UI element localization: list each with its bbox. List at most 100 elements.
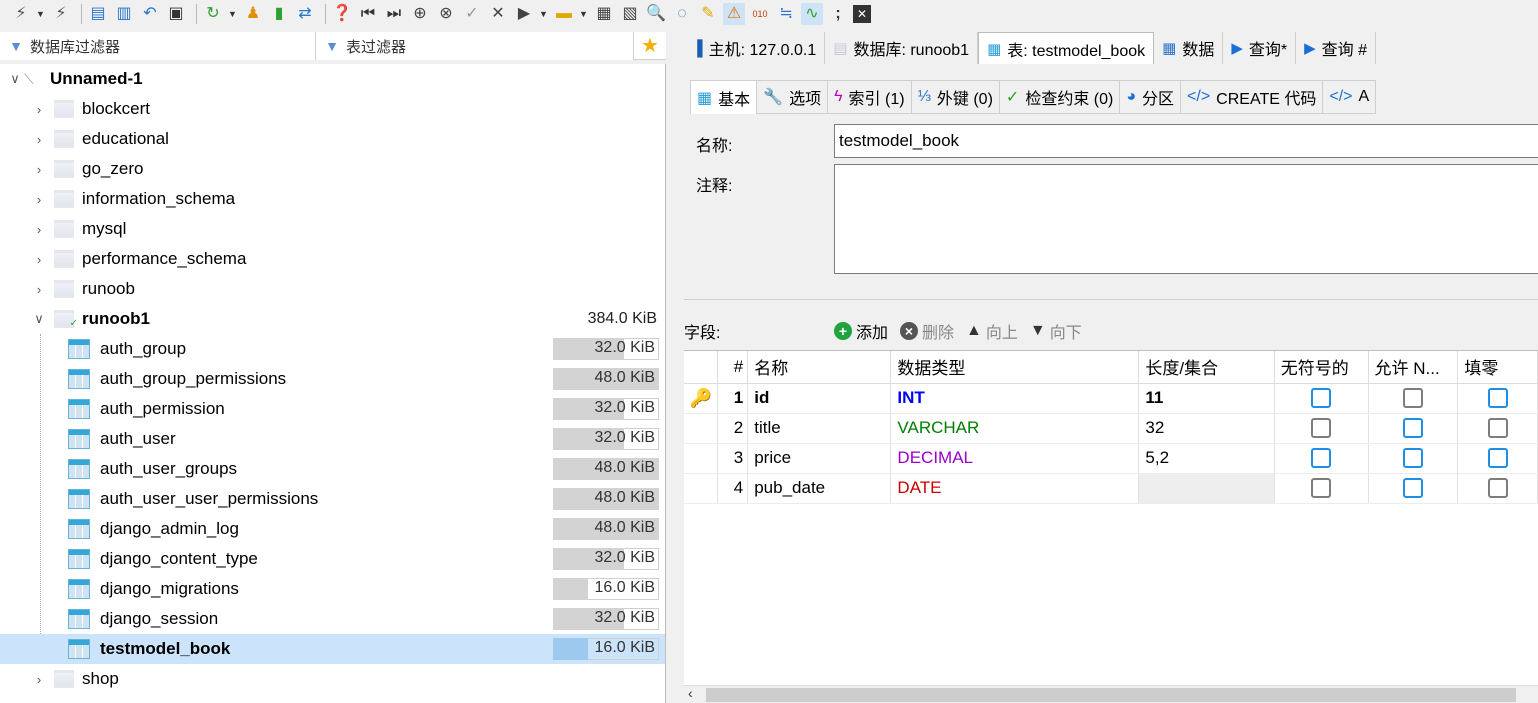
chevron-right-icon[interactable]: › [30,192,48,207]
allow-null-checkbox[interactable] [1402,388,1423,409]
table-row[interactable]: 2 title VARCHAR 32 [684,413,1538,444]
field-name-cell[interactable]: pub_date [747,473,892,504]
subtab-5[interactable]: ◕ 分区 [1120,80,1182,114]
close-icon[interactable]: ✕ [853,5,871,23]
header-length[interactable]: 长度/集合 [1138,351,1275,384]
clear-icon[interactable]: ✎ [697,3,719,25]
table-row[interactable]: 🔑 1 id INT 11 [684,383,1538,414]
favorite-star-icon[interactable]: ★ [634,32,666,59]
print-icon[interactable]: ▣ [165,3,187,25]
header-allow-null[interactable]: 允许 N... [1368,351,1459,384]
field-name-cell[interactable]: price [747,443,892,474]
allow-null-checkbox[interactable] [1402,448,1423,469]
table-row[interactable]: 4 pub_date DATE [684,473,1538,504]
chevron-down-icon[interactable]: ∨ [30,311,48,327]
header-number[interactable]: # [717,351,749,384]
tree-table-node[interactable]: django_content_type 32.0 KiB [0,544,665,574]
save-icon[interactable]: ▦ [593,3,615,25]
tree-database-node[interactable]: › mysql [0,214,665,244]
tree-database-node[interactable]: › information_schema [0,184,665,214]
field-length-cell[interactable]: 5,2 [1138,443,1275,474]
chevron-down-icon[interactable]: ∨ [6,71,24,87]
refresh-icon[interactable]: ↻ [202,3,224,25]
header-datatype[interactable]: 数据类型 [890,351,1140,384]
tree-table-node[interactable]: auth_user 32.0 KiB [0,424,665,454]
chevron-down-icon[interactable]: ▼ [36,9,46,19]
sync-icon[interactable]: ∿ [801,3,823,25]
subtab-0[interactable]: ▦ 基本 [690,80,758,114]
tree-table-node[interactable]: django_session 32.0 KiB [0,604,665,634]
tree-database-node[interactable]: › educational [0,124,665,154]
field-length-cell[interactable]: 32 [1138,413,1275,444]
subtab-1[interactable]: 🔧 选项 [757,80,829,114]
disconnect-icon[interactable]: ⚡ [50,3,72,25]
chevron-right-icon[interactable]: › [30,672,48,687]
chevron-right-icon[interactable]: › [30,252,48,267]
field-type-cell[interactable]: INT [890,383,1140,414]
export-icon[interactable]: ▮ [268,3,290,25]
tab-1[interactable]: ▤ 数据库: runoob1 [825,32,979,64]
zerofill-checkbox[interactable] [1487,418,1508,439]
field-name-cell[interactable]: title [747,413,892,444]
tree-session-node[interactable]: ∨ ⟍ Unnamed-1 [0,64,665,94]
copy-icon[interactable]: ▤ [87,3,109,25]
run-icon[interactable]: ▶ [513,3,535,25]
chevron-right-icon[interactable]: › [30,102,48,117]
field-type-cell[interactable]: DATE [890,473,1140,504]
subtab-3[interactable]: ⅓ 外键 (0) [911,80,1000,114]
add-record-icon[interactable]: ⊕ [409,3,431,25]
tab-3[interactable]: ▦ 数据 [1154,32,1224,64]
subtab-4[interactable]: ✓ 检查约束 (0) [999,80,1121,114]
move-down-button[interactable]: ▼ 向下 [1030,319,1082,343]
tab-2[interactable]: ▦ 表: testmodel_book [978,32,1155,64]
unsigned-checkbox[interactable] [1311,418,1332,439]
cancel-icon[interactable]: ✕ [487,3,509,25]
tree-table-node[interactable]: django_migrations 16.0 KiB [0,574,665,604]
chevron-right-icon[interactable]: › [30,132,48,147]
tree-database-node[interactable]: › runoob [0,274,665,304]
field-type-cell[interactable]: VARCHAR [890,413,1140,444]
table-row[interactable]: 3 price DECIMAL 5,2 [684,443,1538,474]
allow-null-checkbox[interactable] [1402,478,1423,499]
chevron-down-icon[interactable]: ▼ [539,9,549,19]
tree-table-node[interactable]: testmodel_book 16.0 KiB [0,634,665,664]
tab-4[interactable]: ▶ 查询* [1223,32,1297,64]
undo-icon[interactable]: ↶ [139,3,161,25]
unsigned-checkbox[interactable] [1311,478,1332,499]
tree-table-node[interactable]: auth_user_user_permissions 48.0 KiB [0,484,665,514]
tree-table-node[interactable]: auth_permission 32.0 KiB [0,394,665,424]
binary-icon[interactable]: 010 [749,3,771,25]
header-unsigned[interactable]: 无符号的 [1274,351,1369,384]
first-record-icon[interactable]: ⏮ [357,3,379,25]
allow-null-checkbox[interactable] [1402,418,1423,439]
find-icon[interactable]: 🔍 [645,3,667,25]
field-name-cell[interactable]: id [747,383,892,414]
tab-0[interactable]: ▐ 主机: 127.0.0.1 [684,32,826,64]
field-type-cell[interactable]: DECIMAL [890,443,1140,474]
tree-database-node[interactable]: › shop [0,664,665,694]
table-filter-input[interactable]: ▼ 表过滤器 [316,32,634,60]
subtab-7[interactable]: </> A [1323,80,1377,114]
subtab-6[interactable]: </> CREATE 代码 [1181,80,1324,114]
transfer-icon[interactable]: ⇄ [294,3,316,25]
tree-database-node[interactable]: › blockcert [0,94,665,124]
delete-field-button[interactable]: × 删除 [900,319,954,343]
horizontal-scrollbar[interactable]: ‹ [684,685,1538,703]
field-length-cell[interactable] [1138,473,1275,504]
tree-table-node[interactable]: django_admin_log 48.0 KiB [0,514,665,544]
save-as-icon[interactable]: ▧ [619,3,641,25]
folder-icon[interactable]: ▬ [553,3,575,25]
unsigned-checkbox[interactable] [1311,388,1332,409]
scrollbar-thumb[interactable] [706,688,1516,702]
move-up-button[interactable]: ▲ 向上 [966,319,1018,343]
delete-record-icon[interactable]: ⊗ [435,3,457,25]
users-icon[interactable]: ♟ [242,3,264,25]
header-name[interactable]: 名称 [747,351,892,384]
chevron-down-icon[interactable]: ▼ [228,9,238,19]
table-comment-field[interactable] [834,164,1538,274]
plug-icon[interactable]: ⚡ [10,3,32,25]
tree-table-node[interactable]: auth_group 32.0 KiB [0,334,665,364]
semicolon-icon[interactable]: ; [827,3,849,25]
post-icon[interactable]: ✓ [461,3,483,25]
chevron-down-icon[interactable]: ▼ [579,9,589,19]
